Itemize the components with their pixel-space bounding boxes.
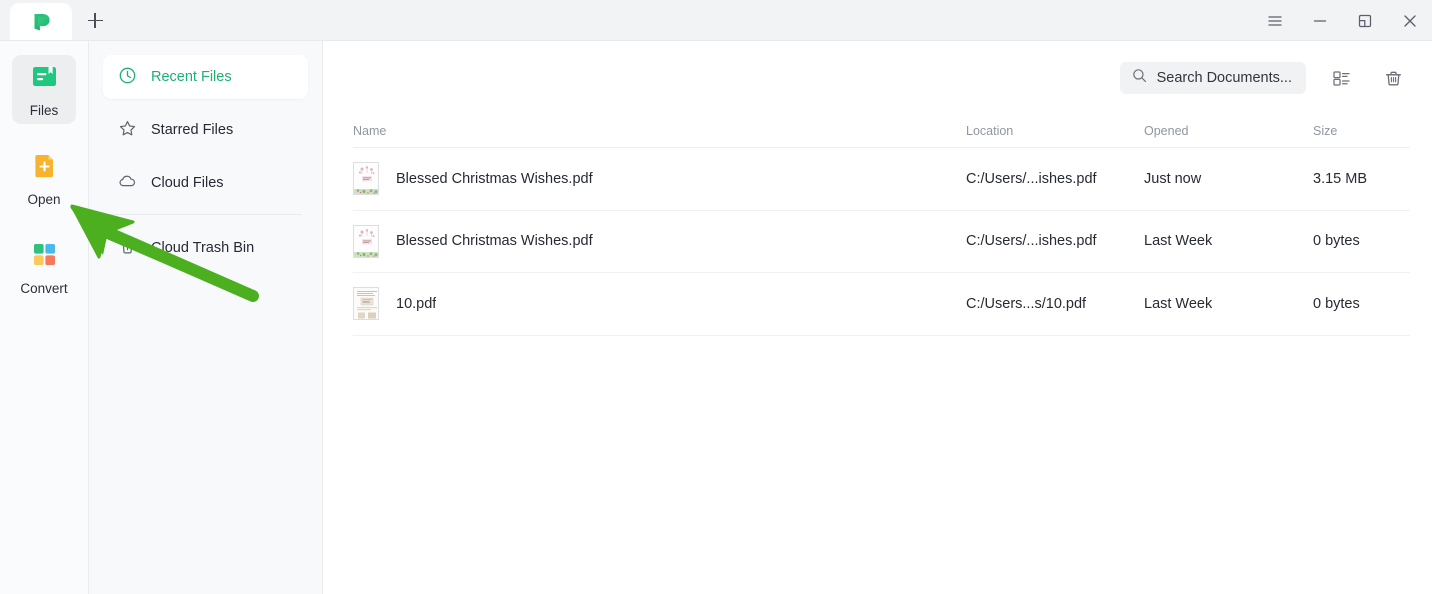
table-row[interactable]: Blessed Christmas Wishes.pdf C:/Users/..… [353, 148, 1410, 211]
file-opened: Last Week [1144, 296, 1313, 312]
content-toolbar: Search Documents... [323, 41, 1432, 115]
file-size: 3.15 MB [1313, 171, 1410, 187]
cloud-icon [118, 172, 137, 195]
file-size: 0 bytes [1313, 296, 1410, 312]
pdf-app-logo-icon [28, 9, 54, 35]
rail-item-label: Files [30, 104, 59, 118]
table-row[interactable]: 10.pdf C:/Users...s/10.pdf Last Week 0 b… [353, 273, 1410, 336]
search-input[interactable]: Search Documents... [1120, 62, 1306, 94]
navigation-panel: Recent Files Starred Files Cloud Files [89, 41, 323, 594]
file-name-cell: 10.pdf [353, 287, 966, 320]
convert-grid-icon [29, 239, 60, 275]
file-name: 10.pdf [396, 296, 436, 312]
close-icon[interactable] [1387, 0, 1432, 41]
new-tab-button[interactable] [76, 2, 114, 39]
clock-icon [118, 66, 137, 89]
nav-item-cloud-trash-bin[interactable]: Cloud Trash Bin [103, 226, 308, 270]
column-header-size: Size [1313, 124, 1410, 138]
rail-item-files[interactable]: Files [12, 55, 76, 124]
nav-item-cloud-files[interactable]: Cloud Files [103, 161, 308, 205]
list-view-icon[interactable] [1324, 61, 1358, 95]
search-input-value: Search Documents... [1157, 70, 1292, 86]
file-name: Blessed Christmas Wishes.pdf [396, 233, 593, 249]
files-table: Name Location Opened Size [323, 115, 1432, 594]
file-opened: Last Week [1144, 233, 1313, 249]
search-icon [1132, 68, 1147, 88]
column-header-location: Location [966, 124, 1144, 138]
application-window: Files Open [0, 0, 1432, 594]
trash-icon [118, 237, 137, 260]
rail-item-open[interactable]: Open [12, 144, 76, 213]
file-opened: Just now [1144, 171, 1313, 187]
file-location: C:/Users/...ishes.pdf [966, 171, 1144, 187]
document-page-thumbnail [353, 287, 379, 320]
table-row[interactable]: Blessed Christmas Wishes.pdf C:/Users/..… [353, 211, 1410, 274]
nav-item-label: Recent Files [151, 69, 232, 85]
main-content: Search Documents... [323, 41, 1432, 594]
christmas-card-thumbnail [353, 162, 379, 195]
nav-divider [109, 214, 302, 215]
tab-strip [0, 0, 114, 40]
file-location: C:/Users...s/10.pdf [966, 296, 1144, 312]
table-header-row: Name Location Opened Size [353, 115, 1410, 148]
restore-window-icon[interactable] [1342, 0, 1387, 41]
body-area: Files Open [0, 41, 1432, 594]
rail-item-convert[interactable]: Convert [12, 233, 76, 302]
column-header-name: Name [353, 124, 966, 138]
rail-item-label: Open [27, 193, 60, 207]
nav-item-label: Cloud Files [151, 175, 224, 191]
minimize-icon[interactable] [1297, 0, 1342, 41]
column-header-opened: Opened [1144, 124, 1313, 138]
file-location: C:/Users/...ishes.pdf [966, 233, 1144, 249]
window-controls [1252, 0, 1432, 41]
nav-item-label: Cloud Trash Bin [151, 240, 254, 256]
christmas-card-thumbnail [353, 225, 379, 258]
left-rail: Files Open [0, 41, 89, 594]
tab-home[interactable] [10, 3, 72, 40]
title-bar [0, 0, 1432, 41]
nav-item-recent-files[interactable]: Recent Files [103, 55, 308, 99]
nav-item-starred-files[interactable]: Starred Files [103, 108, 308, 152]
file-name: Blessed Christmas Wishes.pdf [396, 171, 593, 187]
file-name-cell: Blessed Christmas Wishes.pdf [353, 225, 966, 258]
files-icon [29, 61, 60, 97]
file-name-cell: Blessed Christmas Wishes.pdf [353, 162, 966, 195]
open-file-icon [29, 150, 60, 186]
file-size: 0 bytes [1313, 233, 1410, 249]
hamburger-menu-icon[interactable] [1252, 0, 1297, 41]
star-icon [118, 119, 137, 142]
nav-item-label: Starred Files [151, 122, 233, 138]
trash-bin-icon[interactable] [1376, 61, 1410, 95]
rail-item-label: Convert [20, 282, 67, 296]
